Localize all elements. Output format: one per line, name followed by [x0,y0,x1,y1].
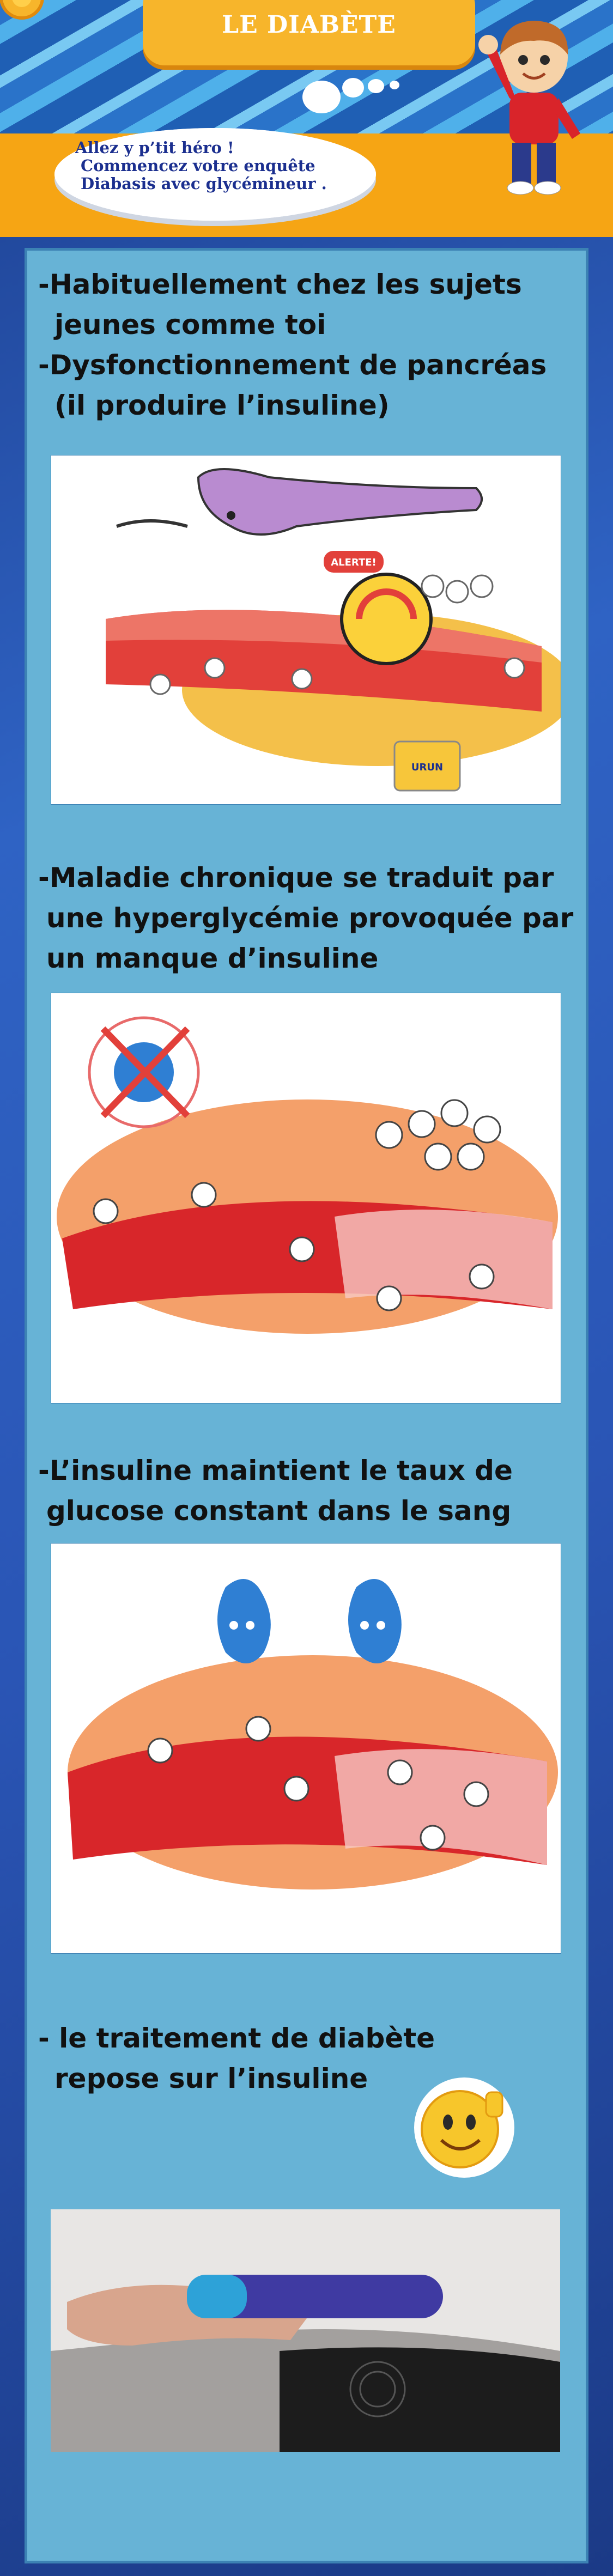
cloud-icon [302,81,341,113]
page-title: LE DIABÈTE [222,11,396,39]
pancreas-illustration: ALERTE! URUN [51,455,561,805]
title-box: LE DIABÈTE [143,0,475,65]
section-1-line-2: jeunes comme toi [54,309,326,341]
insulin-image [68,1579,558,1890]
section-4-line-1: - le traitement de diabète [38,2022,435,2054]
section-1-line-3: -Dysfonctionnement de pancréas [38,349,547,381]
insulin-pen-image [51,2209,560,2452]
section-2-line-1: -Maladie chronique se traduit par [38,862,554,894]
cloud-icon [342,78,364,98]
header-banner: LE DIABÈTE Allez y p’tit héro ! Commence… [0,0,613,251]
bubble-line-1: Allez y p’tit héro ! [75,138,234,157]
alert-label: ALERTE! [331,557,377,568]
insulin-pen-photo [51,2209,560,2452]
section-4-line-2: repose sur l’insuline [54,2063,368,2094]
section-2-line-3: un manque d’insuline [46,943,379,974]
pancreas-image: ALERTE! URUN [106,468,561,792]
cloud-icon [390,81,399,89]
bubble-line-2: Commencez votre enquête [81,156,315,175]
section-1-line-1: -Habituellement chez les sujets [38,269,522,300]
hyperglycemia-image [57,1016,558,1334]
bubble-line-3: Diabasis avec glycémineur . [81,174,327,193]
boy-character-icon [478,21,580,195]
insulin-illustration [51,1543,561,1954]
hyperglycemia-illustration [51,993,561,1404]
section-3-line-2: glucose constant dans le sang [46,1495,512,1527]
section-3-line-1: -L’insuline maintient le taux de [38,1455,513,1486]
sun-icon [0,0,44,20]
smiley-thumbs-up-icon [414,2077,514,2178]
section-1-line-4: (il produire l’insuline) [54,390,390,421]
section-2-line-2: une hyperglycémie provoquée par [46,902,574,934]
cloud-icon [368,79,384,93]
jar-label: URUN [411,762,443,773]
